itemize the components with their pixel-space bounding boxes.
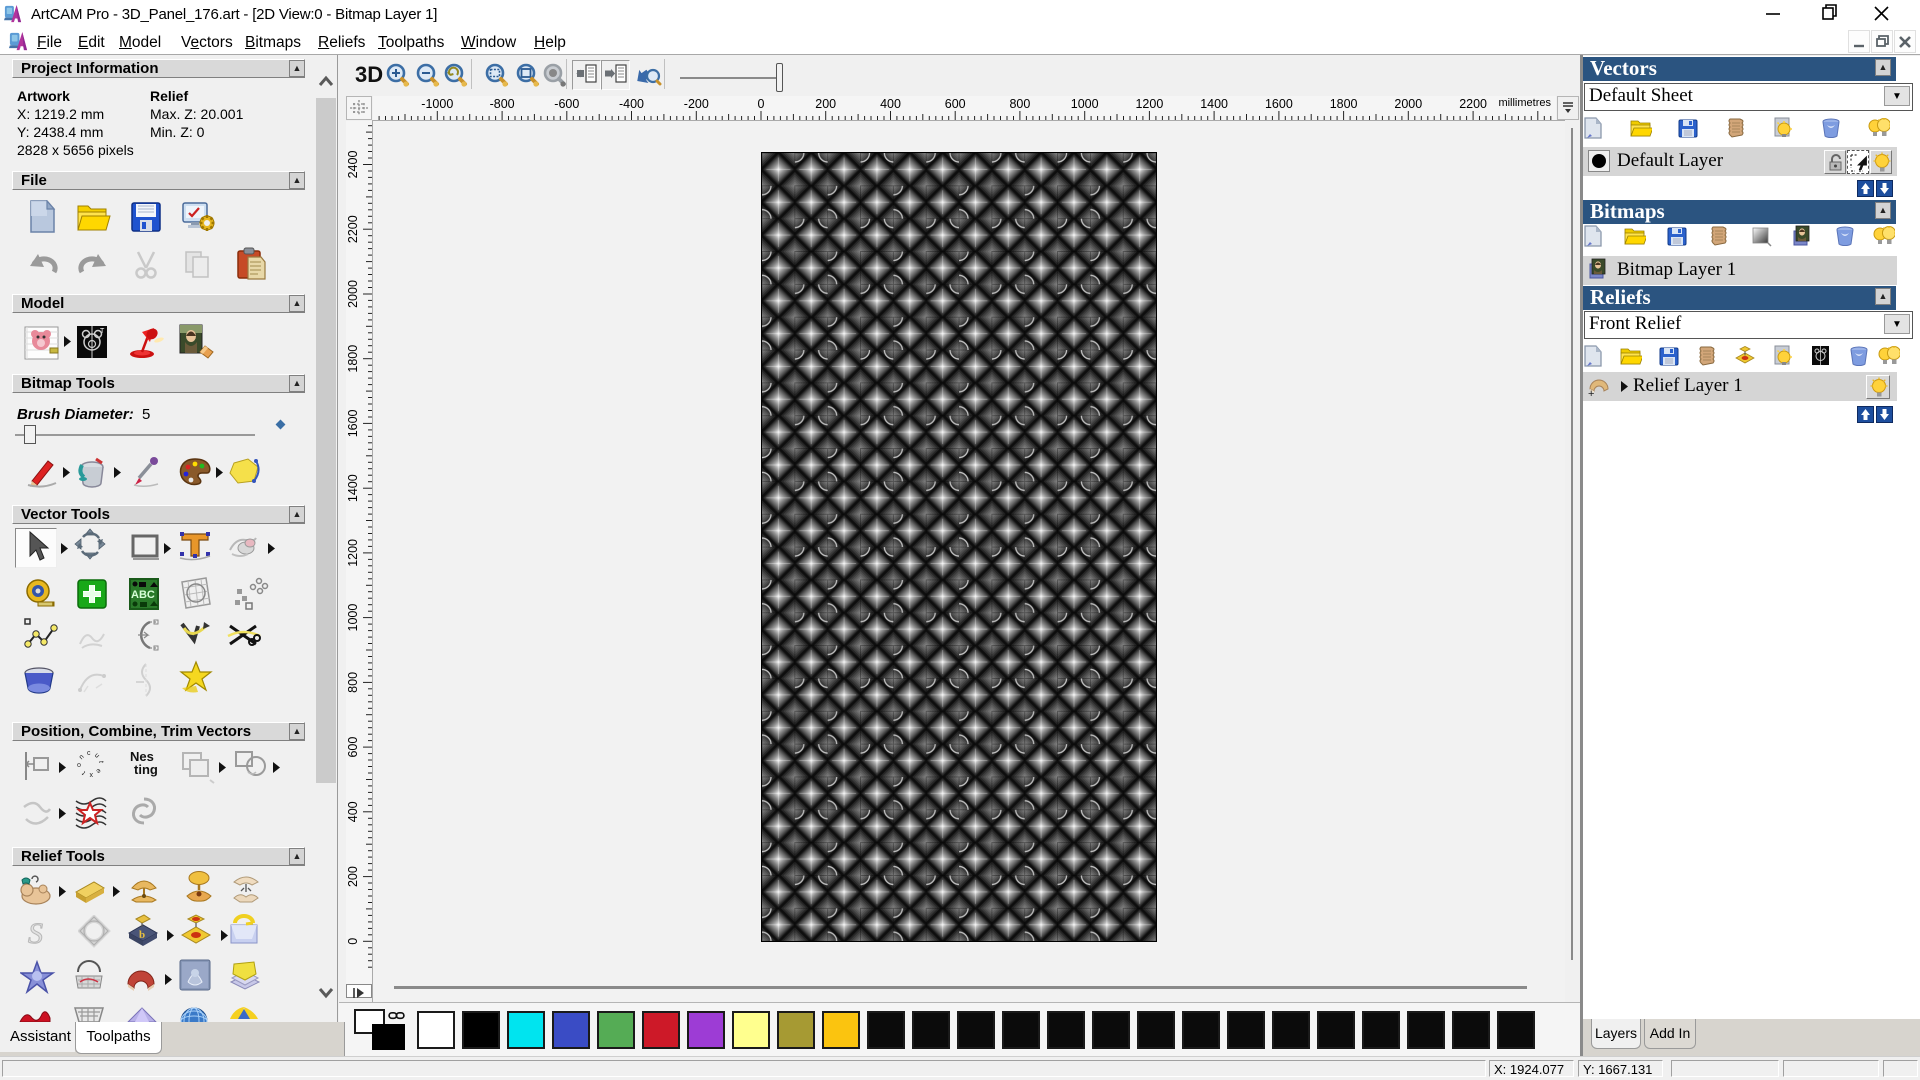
svg-text:200: 200 bbox=[346, 866, 360, 887]
svg-text:1400: 1400 bbox=[1200, 97, 1228, 111]
svg-text:-600: -600 bbox=[554, 97, 579, 111]
svg-text:ABC: ABC bbox=[131, 589, 155, 601]
svg-text:400: 400 bbox=[346, 801, 360, 822]
svg-text:1000: 1000 bbox=[1071, 97, 1099, 111]
svg-text:200: 200 bbox=[815, 97, 836, 111]
svg-text:2400: 2400 bbox=[346, 151, 360, 179]
svg-text:T: T bbox=[100, 328, 105, 335]
svg-text:-1000: -1000 bbox=[421, 97, 453, 111]
svg-text:S: S bbox=[28, 917, 43, 950]
svg-text:2000: 2000 bbox=[1394, 97, 1422, 111]
svg-text:0: 0 bbox=[346, 938, 360, 945]
svg-text:u: u bbox=[93, 752, 101, 760]
svg-text:600: 600 bbox=[346, 737, 360, 758]
svg-text:t: t bbox=[81, 770, 87, 776]
svg-text:2200: 2200 bbox=[346, 215, 360, 243]
svg-text:o: o bbox=[76, 763, 83, 767]
svg-text:ting: ting bbox=[134, 762, 158, 777]
svg-text:+: + bbox=[1588, 388, 1594, 397]
svg-text:1600: 1600 bbox=[346, 409, 360, 437]
svg-text:t: t bbox=[97, 761, 104, 763]
svg-text:1200: 1200 bbox=[346, 539, 360, 567]
svg-text:0: 0 bbox=[758, 97, 765, 111]
svg-text:-200: -200 bbox=[684, 97, 709, 111]
svg-text:1000: 1000 bbox=[346, 604, 360, 632]
svg-text:1600: 1600 bbox=[1265, 97, 1293, 111]
svg-text:1200: 1200 bbox=[1135, 97, 1163, 111]
svg-text:800: 800 bbox=[1009, 97, 1030, 111]
svg-text:2000: 2000 bbox=[346, 280, 360, 308]
svg-text:1400: 1400 bbox=[346, 474, 360, 502]
svg-text:600: 600 bbox=[945, 97, 966, 111]
svg-text:b: b bbox=[139, 929, 145, 941]
svg-text:2200: 2200 bbox=[1459, 97, 1487, 111]
svg-text:millimetres: millimetres bbox=[1498, 97, 1551, 109]
svg-text:c: c bbox=[87, 750, 91, 757]
svg-text:400: 400 bbox=[880, 97, 901, 111]
svg-text:n: n bbox=[78, 753, 86, 761]
svg-text:1800: 1800 bbox=[346, 345, 360, 373]
svg-text:-400: -400 bbox=[619, 97, 644, 111]
svg-text:x: x bbox=[89, 771, 93, 778]
svg-text:800: 800 bbox=[346, 672, 360, 693]
svg-text:-800: -800 bbox=[490, 97, 515, 111]
svg-text:1800: 1800 bbox=[1330, 97, 1358, 111]
svg-text:e: e bbox=[94, 767, 102, 775]
